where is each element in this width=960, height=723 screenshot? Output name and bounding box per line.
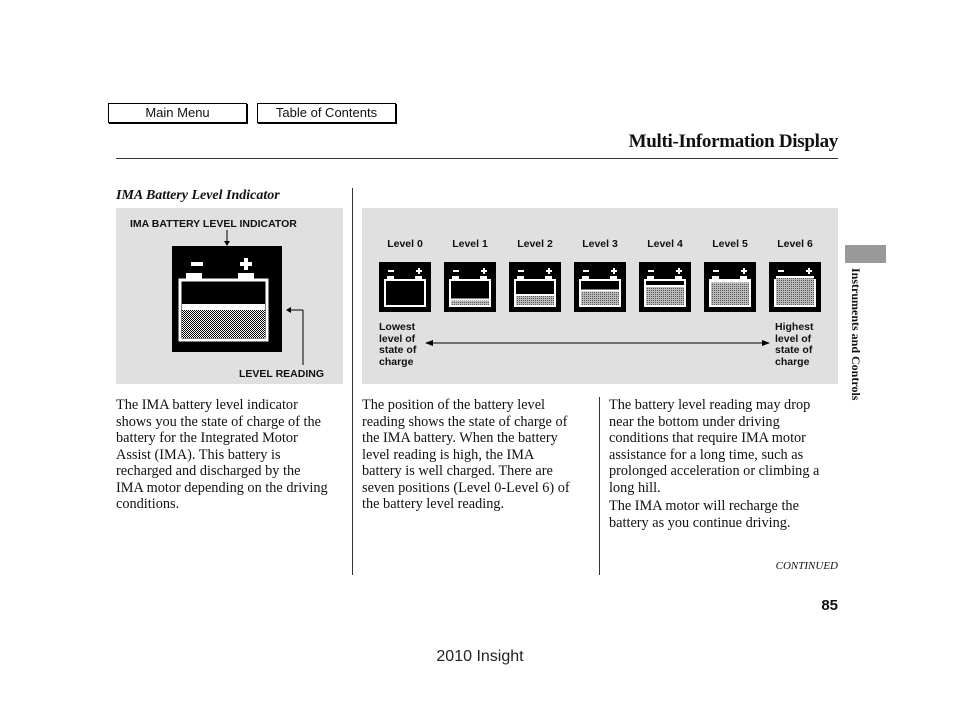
body-text: The position of the battery level readin… <box>362 397 570 512</box>
level-label: Level 3 <box>582 238 618 250</box>
level-label: Level 1 <box>452 238 488 250</box>
battery-level-icon <box>444 262 496 312</box>
level-label: Level 2 <box>517 238 553 250</box>
battery-level-icon <box>704 262 756 312</box>
body-text: The IMA battery level indicator shows yo… <box>116 397 328 512</box>
lowest-level-label: Lowest level of state of charge <box>379 321 417 368</box>
level-label: Level 6 <box>777 238 813 250</box>
highest-level-label: Highest level of state of charge <box>775 321 814 368</box>
footer-label: 2010 Insight <box>436 648 524 665</box>
body-text: The battery level reading may drop near … <box>609 397 820 496</box>
level-label: Level 4 <box>647 238 683 250</box>
page-number: 85 <box>821 597 838 614</box>
level-label: Level 0 <box>387 238 423 250</box>
page-title: Multi-Information Display <box>628 131 839 152</box>
manual-page: Main Menu Table of Contents Multi-Inform… <box>0 0 960 723</box>
level-label: Level 5 <box>712 238 748 250</box>
continued-label: CONTINUED <box>775 560 838 572</box>
indicator-figure: IMA BATTERY LEVEL INDICATOR LEVEL READIN… <box>116 208 343 384</box>
battery-level-icon <box>769 262 821 312</box>
section-tab-label: Instruments and Controls <box>849 268 863 401</box>
section-title: IMA Battery Level Indicator <box>116 188 280 203</box>
battery-level-icon <box>509 262 561 312</box>
section-tab <box>845 245 886 263</box>
divider <box>116 158 838 159</box>
battery-level-icon <box>574 262 626 312</box>
range-arrow <box>425 340 770 346</box>
battery-icon <box>172 230 304 365</box>
main-menu-button[interactable]: Main Menu <box>108 103 247 123</box>
battery-level-icon <box>639 262 691 312</box>
battery-level-icon <box>379 262 431 312</box>
column-divider <box>352 188 353 575</box>
table-of-contents-button[interactable]: Table of Contents <box>257 103 396 123</box>
body-text: The IMA motor will recharge the battery … <box>609 498 799 531</box>
column-divider <box>599 397 600 575</box>
